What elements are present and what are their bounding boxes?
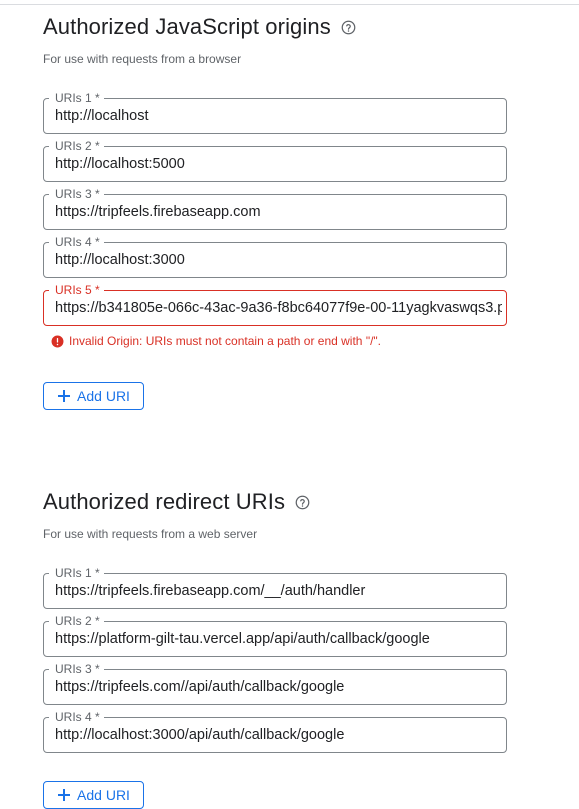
uri-input[interactable] <box>55 99 502 133</box>
redirect-uris-header: Authorized redirect URIs <box>43 487 507 517</box>
uri-input[interactable] <box>55 243 502 277</box>
add-uri-button[interactable]: Add URI <box>43 382 144 410</box>
js-origins-description: For use with requests from a browser <box>43 52 242 66</box>
uri-input[interactable] <box>55 718 502 752</box>
redirect-uris-description: For use with requests from a web server <box>43 527 258 541</box>
js-origins-title: Authorized JavaScript origins <box>43 14 331 39</box>
help-circle-icon[interactable] <box>341 20 356 35</box>
plus-icon <box>58 390 71 402</box>
uri-input[interactable] <box>55 622 502 656</box>
uri-input[interactable] <box>55 670 502 704</box>
add-uri-label: Add URI <box>77 787 130 803</box>
redirect-uris-section: Authorized redirect URIs For use with re… <box>43 487 507 809</box>
js-origin-field-4: URIs 4 * <box>43 235 507 278</box>
help-circle-icon[interactable] <box>295 495 310 510</box>
uri-input[interactable] <box>55 195 502 229</box>
add-uri-label: Add URI <box>77 388 130 404</box>
add-redirect-uri-button[interactable]: Add URI <box>43 781 144 809</box>
uri-input[interactable] <box>55 291 502 325</box>
js-origins-section: Authorized JavaScript origins For use wi… <box>43 12 507 410</box>
redirect-uri-field-1: URIs 1 * <box>43 566 507 609</box>
js-origin-field-2: URIs 2 * <box>43 139 507 182</box>
redirect-uri-field-2: URIs 2 * <box>43 614 507 657</box>
js-origin-field-1: URIs 1 * <box>43 91 507 134</box>
error-icon <box>51 335 64 347</box>
js-origins-header: Authorized JavaScript origins <box>43 12 507 42</box>
uri-input[interactable] <box>55 147 502 181</box>
js-origin-field-5: URIs 5 * <box>43 283 507 326</box>
uri-input[interactable] <box>55 574 502 608</box>
redirect-uris-title: Authorized redirect URIs <box>43 489 286 514</box>
redirect-uri-field-3: URIs 3 * <box>43 662 507 705</box>
js-origin-field-3: URIs 3 * <box>43 187 507 230</box>
validation-error: Invalid Origin: URIs must not contain a … <box>43 333 507 349</box>
top-divider <box>0 4 579 5</box>
redirect-uri-field-4: URIs 4 * <box>43 710 507 753</box>
plus-icon <box>58 789 71 801</box>
error-message: Invalid Origin: URIs must not contain a … <box>69 334 381 348</box>
